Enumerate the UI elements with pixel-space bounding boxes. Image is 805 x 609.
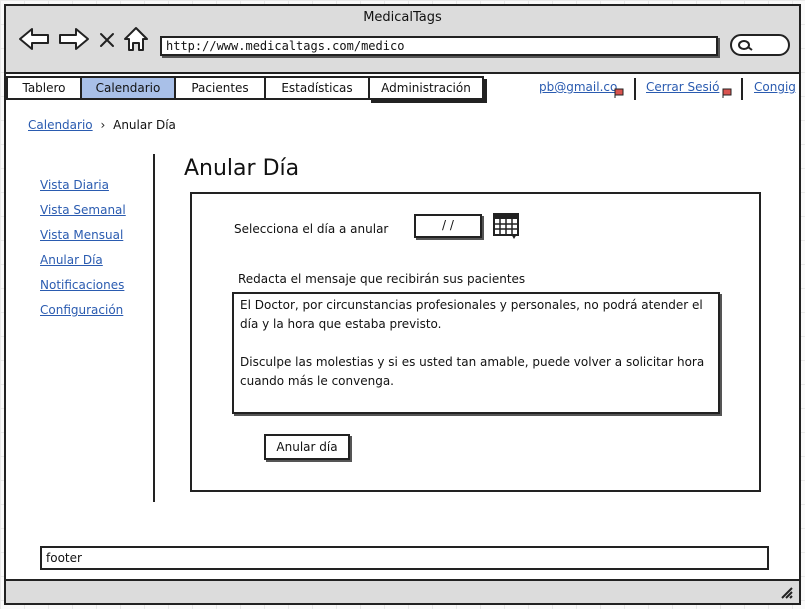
forward-arrow-icon[interactable] bbox=[58, 26, 90, 52]
date-input[interactable]: / / bbox=[414, 214, 482, 238]
tab-administracion[interactable]: Administración bbox=[368, 76, 484, 100]
search-icon bbox=[738, 40, 753, 51]
config-link[interactable]: Congig bbox=[754, 80, 796, 94]
sidebar-item-vista-diaria[interactable]: Vista Diaria bbox=[40, 176, 126, 201]
page-title: Anular Día bbox=[184, 156, 300, 181]
tab-calendario[interactable]: Calendario bbox=[80, 76, 176, 100]
sidebar-item-configuracion[interactable]: Configuración bbox=[40, 301, 126, 326]
sidebar-item-vista-semanal[interactable]: Vista Semanal bbox=[40, 201, 126, 226]
breadcrumb: Calendario › Anular Día bbox=[28, 118, 176, 132]
logout-link[interactable]: Cerrar Sesió bbox=[646, 80, 719, 94]
breadcrumb-parent-link[interactable]: Calendario bbox=[28, 118, 93, 132]
user-email-link[interactable]: pb@gmail.co bbox=[539, 80, 617, 94]
flag-icon bbox=[722, 88, 732, 98]
tab-pacientes[interactable]: Pacientes bbox=[174, 76, 266, 100]
close-icon[interactable] bbox=[96, 26, 118, 52]
sidebar-item-anular-dia[interactable]: Anular Día bbox=[40, 251, 126, 276]
browser-search-field[interactable] bbox=[730, 34, 790, 56]
message-paragraph: El Doctor, por circunstancias profesiona… bbox=[240, 298, 703, 331]
back-arrow-icon[interactable] bbox=[18, 26, 50, 52]
menu-separator bbox=[634, 78, 636, 100]
message-textarea[interactable]: El Doctor, por circunstancias profesiona… bbox=[232, 292, 720, 414]
footer: footer bbox=[40, 546, 769, 570]
chevron-right-icon: › bbox=[100, 118, 106, 132]
sidebar-item-vista-mensual[interactable]: Vista Mensual bbox=[40, 226, 126, 251]
window-title: MedicalTags bbox=[363, 10, 442, 25]
resize-grip-icon[interactable] bbox=[779, 585, 793, 599]
top-menu: Tablero Calendario Pacientes Estadística… bbox=[6, 76, 799, 102]
sidebar-item-notificaciones[interactable]: Notificaciones bbox=[40, 276, 126, 301]
tab-tablero[interactable]: Tablero bbox=[6, 76, 82, 100]
menu-separator bbox=[741, 78, 743, 100]
breadcrumb-current: Anular Día bbox=[113, 118, 176, 132]
tab-estadisticas[interactable]: Estadísticas bbox=[264, 76, 370, 100]
status-bar bbox=[6, 579, 799, 603]
sidebar-divider bbox=[153, 154, 155, 502]
cancel-day-button[interactable]: Anular día bbox=[264, 434, 350, 460]
browser-chrome: MedicalTags http://www.medicaltags.com/m… bbox=[6, 6, 799, 74]
calendar-icon[interactable] bbox=[493, 212, 521, 240]
flag-icon bbox=[614, 88, 624, 98]
message-paragraph: Disculpe las molestias y si es usted tan… bbox=[240, 355, 705, 388]
home-icon[interactable] bbox=[122, 26, 150, 52]
message-label: Redacta el mensaje que recibirán sus pac… bbox=[238, 272, 526, 286]
sidebar: Vista Diaria Vista Semanal Vista Mensual… bbox=[40, 176, 126, 326]
browser-window: MedicalTags http://www.medicaltags.com/m… bbox=[4, 4, 801, 605]
day-label: Selecciona el día a anular bbox=[234, 222, 389, 236]
cancel-day-panel: Selecciona el día a anular / / Redacta e… bbox=[190, 192, 761, 492]
url-bar[interactable]: http://www.medicaltags.com/medico bbox=[160, 36, 718, 56]
